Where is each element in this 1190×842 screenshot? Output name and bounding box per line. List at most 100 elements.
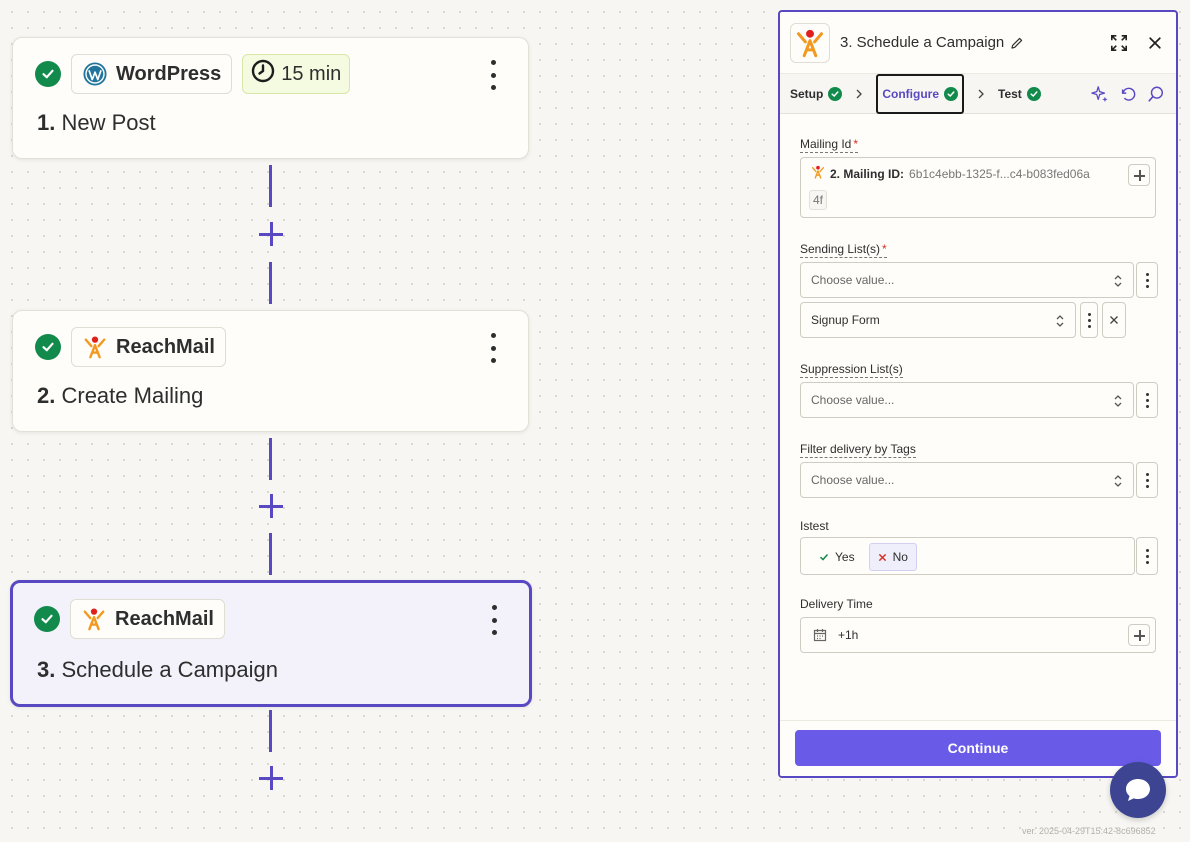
close-icon xyxy=(1110,316,1118,324)
mapped-field-token: 2. Mailing ID: 6b1c4ebb-1325-f...c4-b083… xyxy=(811,165,1090,182)
filter-tags-label: Filter delivery by Tags xyxy=(800,442,916,458)
step-title: 1. New Post xyxy=(37,110,156,136)
select-placeholder: Choose value... xyxy=(811,273,895,287)
add-step-button[interactable] xyxy=(258,493,284,519)
add-step-button[interactable] xyxy=(258,765,284,791)
sending-lists-select[interactable]: Choose value... xyxy=(800,262,1134,298)
step-editor-panel: 3. Schedule a Campaign Setup Configure T… xyxy=(778,10,1178,778)
token-label: 2. Mailing ID: xyxy=(830,166,905,181)
option-label: Yes xyxy=(835,550,855,564)
connector-line xyxy=(269,262,272,304)
required-mark: * xyxy=(853,137,859,151)
label-text: Delivery Time xyxy=(800,597,873,611)
comment-search-icon[interactable] xyxy=(1146,84,1166,104)
field-options-button[interactable] xyxy=(1136,382,1158,418)
tab-label: Test xyxy=(998,86,1022,101)
connector-line xyxy=(269,710,272,752)
step-card-1[interactable]: WordPress 15 min 1. New Post xyxy=(12,37,529,159)
app-name: ReachMail xyxy=(116,335,215,358)
step-number: 2. xyxy=(37,383,56,408)
insert-data-button[interactable] xyxy=(1128,164,1150,186)
istest-label: Istest xyxy=(800,519,829,534)
field-options-button[interactable] xyxy=(1136,262,1158,298)
select-arrows-icon xyxy=(1114,475,1122,487)
reachmail-icon xyxy=(82,334,108,360)
pencil-icon[interactable] xyxy=(1010,36,1024,50)
select-arrows-icon xyxy=(1114,275,1122,287)
success-check-icon xyxy=(35,61,61,87)
reachmail-icon xyxy=(81,606,107,632)
success-check-icon xyxy=(828,86,843,101)
panel-title: 3. Schedule a Campaign xyxy=(840,34,1005,51)
chat-icon xyxy=(1126,779,1150,801)
chat-support-button[interactable] xyxy=(1110,762,1166,818)
x-icon xyxy=(878,553,886,561)
step-number: 1. xyxy=(37,110,56,135)
delivery-time-label: Delivery Time xyxy=(800,597,873,612)
check-icon xyxy=(819,553,829,561)
connector-line xyxy=(269,438,272,480)
suppression-lists-label: Suppression List(s) xyxy=(800,362,903,378)
step-menu-icon[interactable] xyxy=(484,60,502,90)
success-check-icon xyxy=(944,87,959,101)
connector-line xyxy=(269,165,272,207)
tab-setup[interactable]: Setup xyxy=(790,74,843,114)
step-menu-icon[interactable] xyxy=(484,333,502,363)
app-pill-wordpress: WordPress xyxy=(71,54,233,94)
delivery-time-field[interactable]: +1h xyxy=(800,617,1156,653)
wordpress-icon xyxy=(82,61,108,87)
suppression-lists-select[interactable]: Choose value... xyxy=(800,382,1134,418)
step-number: 3. xyxy=(37,657,56,682)
step-title-text: New Post xyxy=(61,110,156,135)
step-card-3[interactable]: ReachMail 3. Schedule a Campaign xyxy=(10,580,532,707)
step-title-text: Schedule a Campaign xyxy=(61,657,278,682)
app-name: ReachMail xyxy=(115,607,214,630)
tab-configure[interactable]: Configure xyxy=(876,74,965,114)
close-icon[interactable] xyxy=(1144,32,1166,54)
label-text: Sending List(s) xyxy=(800,242,881,256)
step-title: 2. Create Mailing xyxy=(37,383,203,409)
field-options-button[interactable] xyxy=(1136,537,1158,575)
chevron-right-icon xyxy=(856,89,863,98)
filter-tags-select[interactable]: Choose value... xyxy=(800,462,1134,498)
calendar-icon xyxy=(813,628,827,647)
label-text: Istest xyxy=(800,519,829,533)
tab-test[interactable]: Test xyxy=(998,74,1041,114)
success-check-icon xyxy=(1026,86,1041,101)
istest-yes-option[interactable]: Yes xyxy=(811,543,863,571)
select-placeholder: Choose value... xyxy=(811,473,895,487)
undo-icon[interactable] xyxy=(1118,84,1138,104)
schedule-badge-label: 15 min xyxy=(281,62,342,85)
sending-list-item-select[interactable]: Signup Form xyxy=(800,302,1076,338)
token-value: 6b1c4ebb-1325-f...c4-b083fed06a xyxy=(909,166,1090,181)
sending-lists-label: Sending List(s) * xyxy=(800,242,887,258)
tab-label: Setup xyxy=(790,86,824,101)
label-text: Mailing Id xyxy=(800,137,852,151)
step-menu-icon[interactable] xyxy=(485,605,503,635)
schedule-badge[interactable]: 15 min xyxy=(242,54,351,94)
version-label: ver. 2025-04-29T15:42-8c696852 xyxy=(1022,826,1156,836)
app-name: WordPress xyxy=(116,62,222,85)
label-text: Filter delivery by Tags xyxy=(800,442,916,456)
panel-footer: Continue xyxy=(780,720,1176,776)
remove-item-button[interactable] xyxy=(1102,302,1126,338)
mailing-id-field[interactable]: 2. Mailing ID: 6b1c4ebb-1325-f...c4-b083… xyxy=(800,157,1156,218)
step-title: 3. Schedule a Campaign xyxy=(37,657,278,683)
add-step-button[interactable] xyxy=(258,221,284,247)
insert-data-button[interactable] xyxy=(1128,624,1150,646)
istest-no-option[interactable]: No xyxy=(868,543,917,571)
panel-header: 3. Schedule a Campaign xyxy=(780,12,1176,74)
tab-label: Configure xyxy=(882,87,940,101)
continue-button[interactable]: Continue xyxy=(795,730,1161,766)
panel-tabs: Setup Configure Test xyxy=(780,74,1176,114)
expand-icon[interactable] xyxy=(1108,32,1130,54)
label-text: Suppression List(s) xyxy=(800,362,903,376)
step-card-2[interactable]: ReachMail 2. Create Mailing xyxy=(12,310,529,432)
reachmail-icon xyxy=(790,22,830,63)
required-mark: * xyxy=(882,242,887,256)
sparkle-icon[interactable] xyxy=(1090,84,1110,104)
field-options-button[interactable] xyxy=(1136,462,1158,498)
mailing-id-label: Mailing Id * xyxy=(800,137,859,153)
reachmail-icon xyxy=(811,165,825,182)
item-options-button[interactable] xyxy=(1080,302,1098,338)
